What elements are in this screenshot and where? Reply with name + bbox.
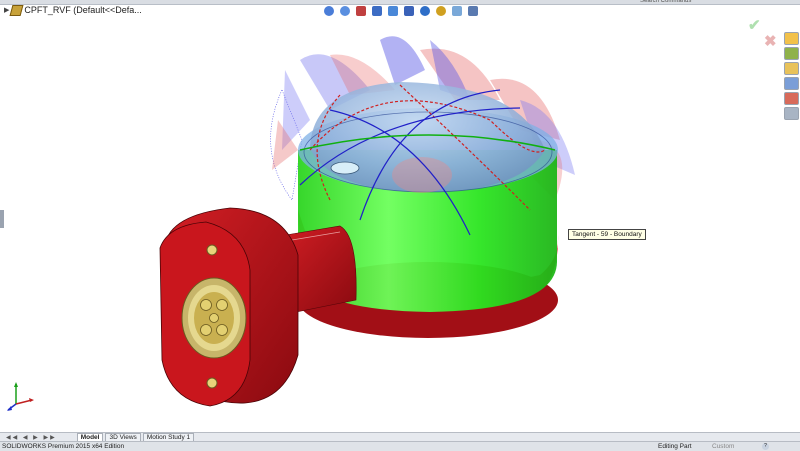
cancel-x-icon[interactable]: ✖ bbox=[764, 32, 777, 50]
bottom-tab-bar: ◀◀ ◀ ▶ ▶▶ Model 3D Views Motion Study 1 bbox=[0, 432, 800, 442]
top-port bbox=[330, 161, 360, 175]
section-view-icon[interactable] bbox=[372, 5, 382, 16]
design-library-tab-icon[interactable] bbox=[784, 47, 799, 60]
document-label: CPFT_RVF (Default<<Defa... bbox=[24, 5, 142, 15]
boundary-tooltip: Tangent - 59 - Boundary bbox=[568, 229, 646, 240]
view-palette-tab-icon[interactable] bbox=[784, 77, 799, 90]
mount-hole bbox=[206, 244, 218, 256]
expand-arrow-icon[interactable]: ▶ bbox=[4, 6, 9, 14]
model-viewport[interactable] bbox=[0, 0, 800, 430]
zoom-area-icon[interactable] bbox=[340, 5, 350, 16]
hide-show-icon[interactable] bbox=[420, 5, 430, 16]
search-commands[interactable]: Search Commands bbox=[640, 0, 760, 4]
zoom-to-fit-icon[interactable] bbox=[324, 5, 334, 16]
edit-appearance-icon[interactable] bbox=[436, 5, 446, 16]
tab-scroll-arrows-icon[interactable]: ◀◀ ◀ ▶ ▶▶ bbox=[6, 434, 57, 441]
heads-up-toolbar bbox=[324, 3, 478, 18]
feature-manager-handle[interactable] bbox=[0, 210, 4, 228]
part-icon bbox=[9, 4, 24, 16]
custom-properties-tab-icon[interactable] bbox=[784, 107, 799, 120]
resources-tab-icon[interactable] bbox=[784, 32, 799, 45]
pin bbox=[200, 299, 212, 311]
task-pane-tabs bbox=[784, 32, 799, 120]
appearances-tab-icon[interactable] bbox=[784, 92, 799, 105]
view-orientation-icon[interactable] bbox=[388, 5, 398, 16]
previous-view-icon[interactable] bbox=[356, 5, 366, 16]
display-style-icon[interactable] bbox=[404, 5, 414, 16]
feature-tree-root[interactable]: ▶ CPFT_RVF (Default<<Defa... bbox=[4, 4, 142, 16]
confirm-ok-icon[interactable]: ✔ bbox=[748, 16, 761, 34]
apply-scene-icon[interactable] bbox=[452, 5, 462, 16]
reference-triad bbox=[7, 382, 34, 411]
help-icon[interactable]: ? bbox=[762, 443, 769, 450]
view-settings-icon[interactable] bbox=[468, 5, 478, 16]
file-explorer-tab-icon[interactable] bbox=[784, 62, 799, 75]
